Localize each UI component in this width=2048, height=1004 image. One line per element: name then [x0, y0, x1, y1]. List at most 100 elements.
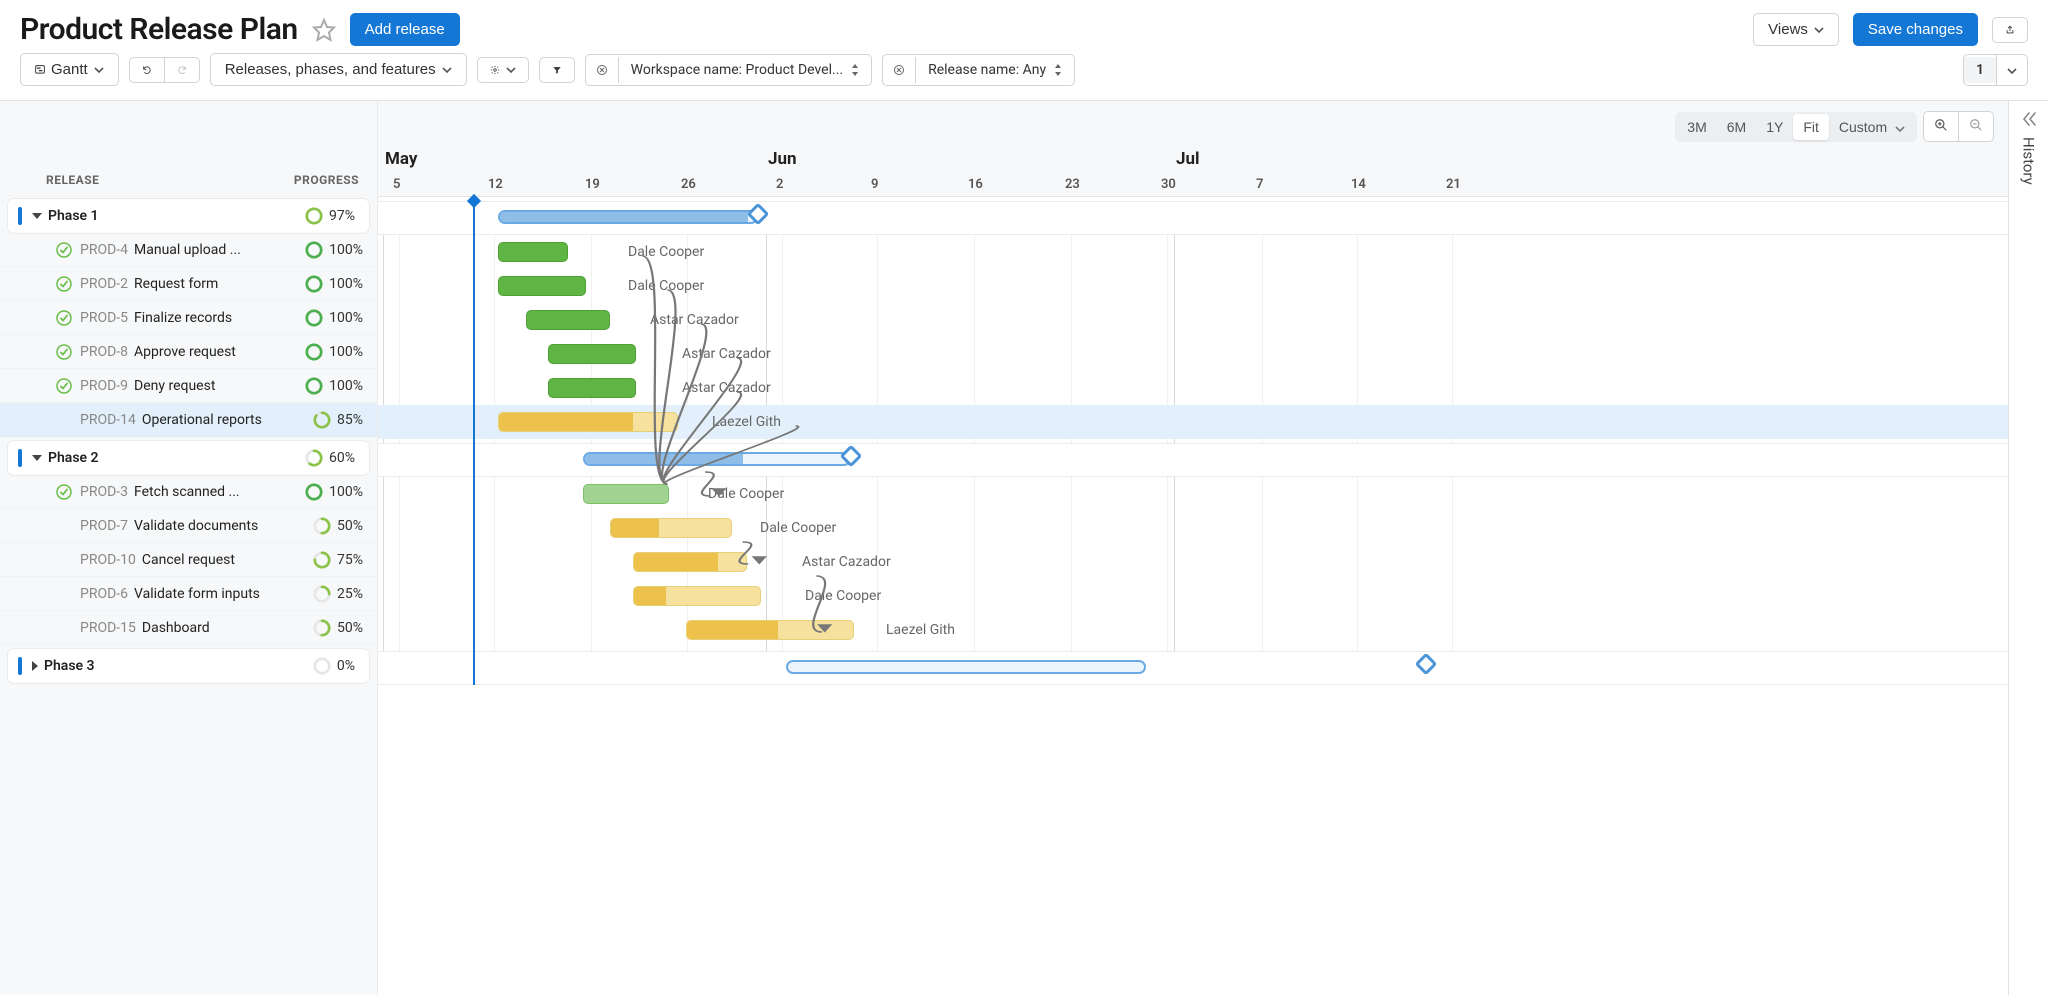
timeline-pane[interactable]: 3M 6M 1Y Fit Custom MayJunJul 51219 — [378, 101, 2048, 995]
feature-bar[interactable] — [633, 586, 761, 606]
feature-row[interactable]: PROD-14 Operational reports 85% — [0, 403, 377, 437]
feature-bar[interactable] — [498, 412, 678, 432]
feature-bar[interactable] — [610, 518, 732, 538]
day-label: 23 — [1065, 177, 1080, 192]
feature-id: PROD-2 — [80, 276, 128, 292]
timeline-phase-row — [378, 443, 2048, 477]
feature-bar[interactable] — [498, 276, 586, 296]
filter-button[interactable] — [539, 57, 575, 83]
remove-filter-release[interactable] — [883, 57, 916, 83]
zoom-in-button[interactable] — [1924, 112, 1958, 141]
phase-progress: 60% — [283, 449, 355, 467]
feature-row[interactable]: PROD-5 Finalize records 100% — [0, 301, 377, 335]
zoom-segmented: 3M 6M 1Y Fit Custom — [1675, 112, 1917, 142]
filter-count-dropdown[interactable] — [1996, 55, 2027, 85]
zoom-bar: 3M 6M 1Y Fit Custom — [1675, 111, 1994, 142]
feature-row[interactable]: PROD-6 Validate form inputs 25% — [0, 577, 377, 611]
assignee-label: Laezel Gith — [712, 414, 781, 430]
feature-name: Dashboard — [142, 620, 291, 636]
progress-ring — [305, 241, 323, 259]
filter-release-body[interactable]: Release name: Any — [916, 55, 1074, 85]
feature-bar[interactable] — [548, 378, 636, 398]
sort-icon — [1054, 64, 1062, 76]
history-panel-toggle[interactable]: History — [2008, 101, 2048, 995]
add-release-button[interactable]: Add release — [350, 13, 460, 46]
zoom-out-button[interactable] — [1958, 112, 1993, 141]
phase-row[interactable]: Phase 2 60% — [8, 441, 369, 475]
feature-row[interactable]: PROD-15 Dashboard 50% — [0, 611, 377, 645]
star-icon[interactable] — [312, 18, 336, 42]
timeline-feature-row: Dale Cooper — [378, 269, 2048, 303]
grouping-selector[interactable]: Releases, phases, and features — [210, 53, 467, 86]
timeline-feature-row: Astar Cazador — [378, 303, 2048, 337]
timeline-feature-row: Dale Cooper — [378, 511, 2048, 545]
zoom-custom[interactable]: Custom — [1829, 114, 1915, 140]
zoom-3m[interactable]: 3M — [1677, 114, 1716, 140]
feature-id: PROD-8 — [80, 344, 128, 360]
feature-row[interactable]: PROD-8 Approve request 100% — [0, 335, 377, 369]
close-circle-icon — [596, 64, 608, 76]
feature-row[interactable]: PROD-7 Validate documents 50% — [0, 509, 377, 543]
phase-name: Phase 1 — [48, 208, 283, 224]
phase-bar[interactable] — [786, 660, 1146, 674]
feature-row[interactable]: PROD-9 Deny request 100% — [0, 369, 377, 403]
feature-bar[interactable] — [633, 552, 747, 572]
progress-ring — [305, 275, 323, 293]
settings-button[interactable] — [477, 57, 529, 83]
feature-row[interactable]: PROD-2 Request form 100% — [0, 267, 377, 301]
phase-row[interactable]: Phase 1 97% — [8, 199, 369, 233]
remove-filter-workspace[interactable] — [586, 57, 619, 83]
feature-progress: 100% — [291, 377, 363, 395]
filter-workspace-body[interactable]: Workspace name: Product Devel... — [619, 55, 871, 85]
feature-name: Manual upload ... — [134, 242, 291, 258]
timeline-feature-row: Dale Cooper — [378, 235, 2048, 269]
phase-bar[interactable] — [498, 210, 758, 224]
col-progress: PROGRESS — [294, 173, 359, 187]
milestone-diamond[interactable] — [1415, 653, 1438, 676]
feature-progress: 100% — [291, 343, 363, 361]
month-label: Jun — [768, 149, 797, 169]
zoom-6m[interactable]: 6M — [1717, 114, 1756, 140]
history-label: History — [2020, 137, 2038, 185]
zoom-1y[interactable]: 1Y — [1756, 114, 1793, 140]
month-label: Jul — [1176, 149, 1200, 169]
assignee-label: Astar Cazador — [682, 346, 771, 362]
phase-accent — [18, 657, 22, 675]
redo-button[interactable] — [165, 57, 200, 83]
feature-row[interactable]: PROD-10 Cancel request 75% — [0, 543, 377, 577]
feature-row[interactable]: PROD-4 Manual upload ... 100% — [0, 233, 377, 267]
feature-progress: 100% — [291, 275, 363, 293]
phase-accent — [18, 449, 22, 467]
feature-bar[interactable] — [583, 484, 669, 504]
zoom-out-icon — [1969, 118, 1983, 132]
timeline-phase-row — [378, 201, 2048, 235]
feature-id: PROD-15 — [80, 620, 136, 636]
share-button[interactable] — [1992, 17, 2028, 43]
check-circle-icon — [56, 276, 72, 292]
feature-bar[interactable] — [526, 310, 610, 330]
save-changes-button[interactable]: Save changes — [1853, 13, 1978, 46]
day-label: 21 — [1446, 177, 1461, 192]
view-type-label: Gantt — [51, 61, 88, 78]
zoom-fit[interactable]: Fit — [1793, 114, 1829, 140]
feature-bar[interactable] — [498, 242, 568, 262]
feature-progress: 100% — [291, 483, 363, 501]
chevron-down-icon — [506, 67, 516, 73]
undo-button[interactable] — [129, 57, 165, 83]
feature-name: Finalize records — [134, 310, 291, 326]
timeline-feature-row: Astar Cazador — [378, 545, 2048, 579]
feature-id: PROD-5 — [80, 310, 128, 326]
share-icon — [2005, 25, 2015, 35]
phase-row[interactable]: Phase 3 0% — [8, 649, 369, 683]
feature-bar[interactable] — [686, 620, 854, 640]
phase-bar[interactable] — [583, 452, 851, 466]
phase-progress: 0% — [283, 657, 355, 675]
feature-bar[interactable] — [548, 344, 636, 364]
chevron-down-icon — [94, 67, 104, 73]
filter-workspace: Workspace name: Product Devel... — [585, 54, 872, 86]
zoom-in-icon — [1934, 118, 1948, 132]
timeline-feature-row: Astar Cazador — [378, 371, 2048, 405]
feature-row[interactable]: PROD-3 Fetch scanned ... 100% — [0, 475, 377, 509]
views-button[interactable]: Views — [1753, 13, 1839, 46]
view-type-selector[interactable]: Gantt — [20, 53, 119, 86]
